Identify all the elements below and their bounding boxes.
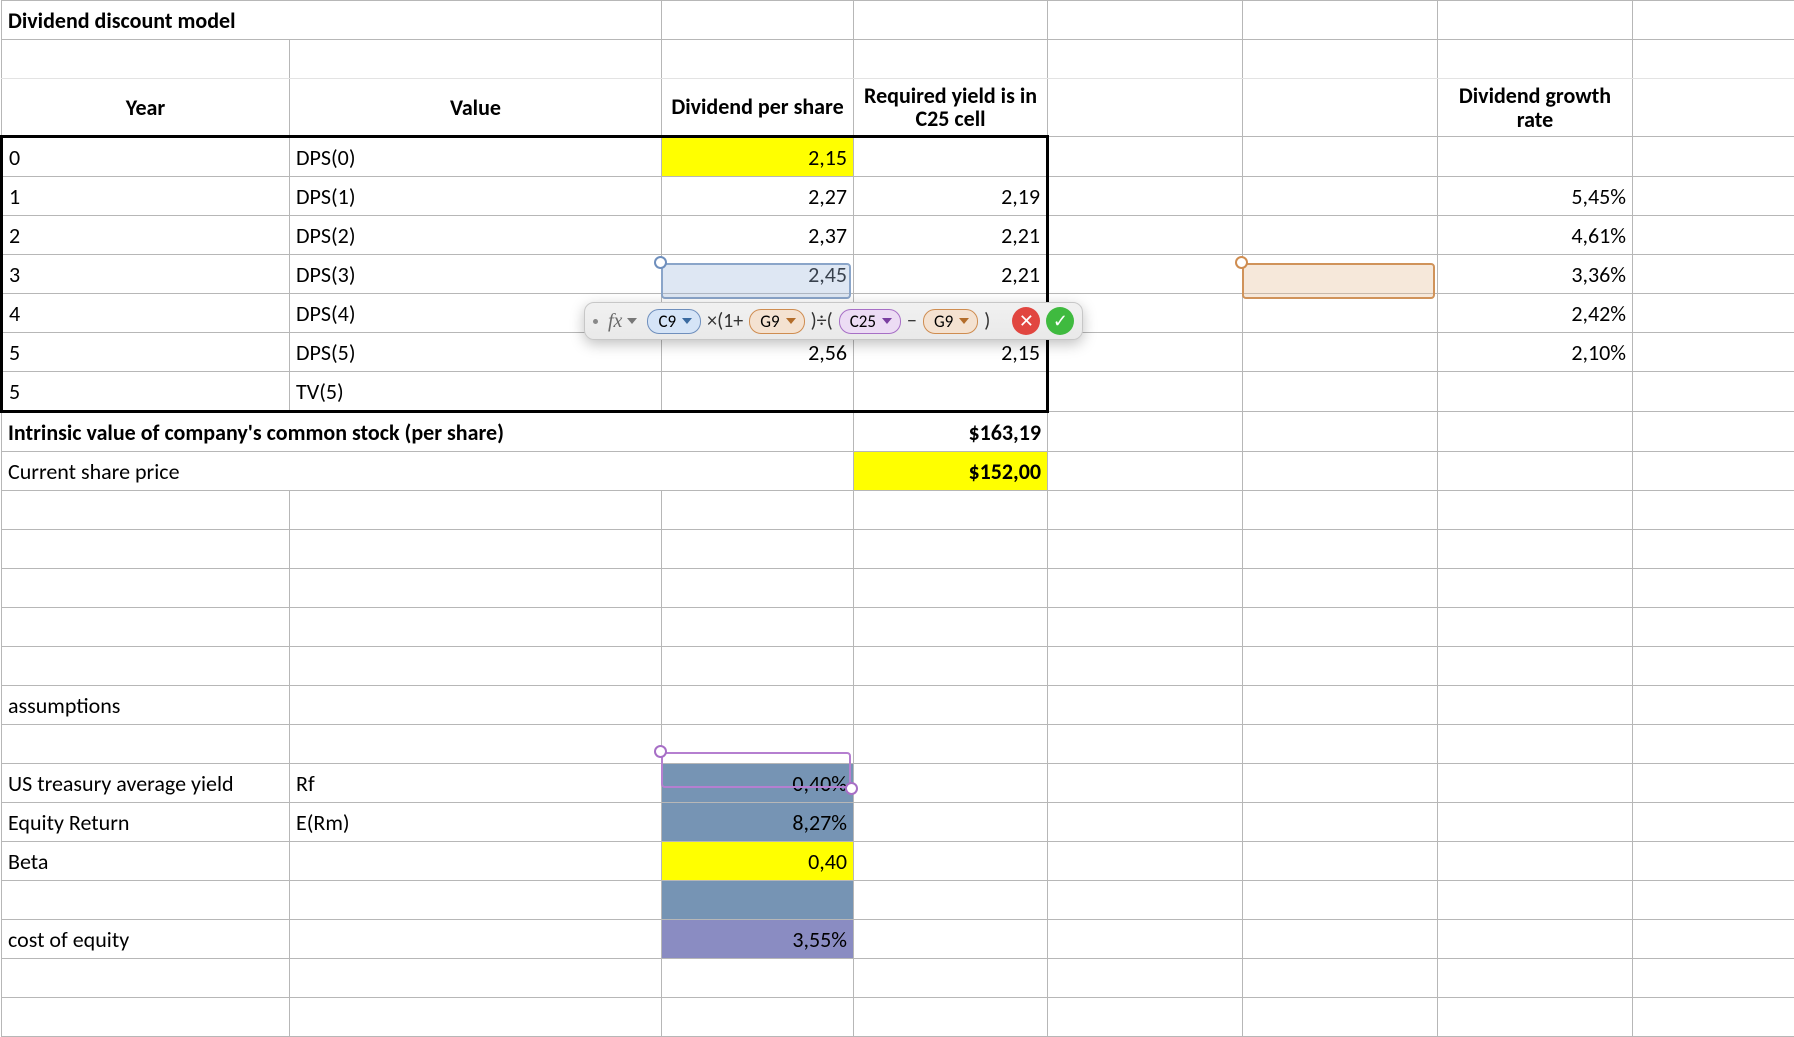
cell-value-3[interactable]: DPS(3) <box>290 255 662 294</box>
cell-year-1[interactable]: 1 <box>2 177 290 216</box>
cell-dps-3[interactable]: 2,45 <box>662 255 854 294</box>
cell-year-4[interactable]: 4 <box>2 294 290 333</box>
cell-year-3[interactable]: 3 <box>2 255 290 294</box>
coe-label[interactable]: cost of equity <box>2 920 290 959</box>
erm-val[interactable]: 8,27% <box>662 803 854 842</box>
cell-year-5[interactable]: 5 <box>2 333 290 372</box>
op-text: ×(1+ <box>707 309 743 333</box>
ref-token-g9-2[interactable]: G9 <box>923 309 978 334</box>
cell-growth-2[interactable]: 4,61% <box>1438 216 1633 255</box>
dropdown-icon <box>682 318 692 324</box>
cell-dps-0[interactable]: 2,15 <box>662 137 854 177</box>
rf-val[interactable]: 0,40% <box>662 764 854 803</box>
op-text: ) <box>984 309 990 333</box>
cell-value-1[interactable]: DPS(1) <box>290 177 662 216</box>
fx-icon[interactable]: fx <box>604 310 641 333</box>
current-price-label[interactable]: Current share price <box>2 452 854 491</box>
cell-dps-6[interactable] <box>662 372 854 412</box>
ref-text: G9 <box>934 311 953 332</box>
cell-reqyield-6[interactable] <box>854 372 1048 412</box>
header-value[interactable]: Value <box>290 79 662 137</box>
dropdown-icon <box>959 318 969 324</box>
cell-value-0[interactable]: DPS(0) <box>290 137 662 177</box>
header-growth[interactable]: Dividend growth rate <box>1438 79 1633 137</box>
assumptions-heading[interactable]: assumptions <box>2 686 290 725</box>
cell-growth-3[interactable]: 3,36% <box>1438 255 1633 294</box>
beta-val[interactable]: 0,40 <box>662 842 854 881</box>
rf-label[interactable]: US treasury average yield <box>2 764 290 803</box>
current-price-value[interactable]: $152,00 <box>854 452 1048 491</box>
cellref-handle-c25-tl[interactable] <box>654 745 667 758</box>
confirm-formula-button[interactable]: ✓ <box>1046 307 1074 335</box>
erm-sym[interactable]: E(Rm) <box>290 803 662 842</box>
ref-token-c9[interactable]: C9 <box>647 309 701 334</box>
cancel-formula-button[interactable]: ✕ <box>1012 307 1040 335</box>
spreadsheet[interactable]: Dividend discount model Year Value Divid… <box>0 0 1794 1037</box>
check-icon: ✓ <box>1053 311 1068 332</box>
dropdown-icon <box>882 318 892 324</box>
cell-reqyield-1[interactable]: 2,19 <box>854 177 1048 216</box>
sheet-title[interactable]: Dividend discount model <box>2 1 662 40</box>
cell-growth-4[interactable]: 2,42% <box>1438 294 1633 333</box>
drag-dot-icon[interactable] <box>593 319 598 324</box>
header-year[interactable]: Year <box>2 79 290 137</box>
cellref-handle-c9[interactable] <box>654 256 667 269</box>
coe-val[interactable]: 3,55% <box>662 920 854 959</box>
cell-reqyield-2[interactable]: 2,21 <box>854 216 1048 255</box>
op-text: )÷( <box>811 309 833 333</box>
cell-dps-1[interactable]: 2,27 <box>662 177 854 216</box>
cell-dps-2[interactable]: 2,37 <box>662 216 854 255</box>
ref-token-c25[interactable]: C25 <box>839 309 901 334</box>
beta-sym[interactable] <box>290 842 662 881</box>
cellref-handle-c25-br[interactable] <box>845 782 858 795</box>
ref-token-g9-1[interactable]: G9 <box>749 309 804 334</box>
erm-label[interactable]: Equity Return <box>2 803 290 842</box>
intrinsic-label[interactable]: Intrinsic value of company's common stoc… <box>2 412 854 452</box>
formula-editor[interactable]: fx C9 ×(1+ G9 )÷( C25 − G9 ) ✕ ✓ <box>584 302 1083 340</box>
cell-reqyield-3[interactable]: 2,21 <box>854 255 1048 294</box>
cell-growth-5[interactable]: 2,10% <box>1438 333 1633 372</box>
cell-year-0[interactable]: 0 <box>2 137 290 177</box>
grid[interactable]: Dividend discount model Year Value Divid… <box>0 0 1794 1037</box>
close-icon: ✕ <box>1019 311 1034 332</box>
op-text: − <box>907 309 917 333</box>
cell-year-2[interactable]: 2 <box>2 216 290 255</box>
cell-reqyield-0[interactable] <box>854 137 1048 177</box>
header-reqyield[interactable]: Required yield is in C25 cell <box>854 79 1048 137</box>
ref-text: C25 <box>850 311 876 332</box>
beta-label[interactable]: Beta <box>2 842 290 881</box>
chevron-down-icon <box>627 318 637 324</box>
cell-value-2[interactable]: DPS(2) <box>290 216 662 255</box>
cell-year-6[interactable]: 5 <box>2 372 290 412</box>
header-dps[interactable]: Dividend per share <box>662 79 854 137</box>
rf-sym[interactable]: Rf <box>290 764 662 803</box>
ref-text: G9 <box>760 311 779 332</box>
fx-text: fx <box>608 310 622 333</box>
dropdown-icon <box>786 318 796 324</box>
cellref-handle-g9[interactable] <box>1235 256 1248 269</box>
cell-value-6[interactable]: TV(5) <box>290 372 662 412</box>
cell-growth-1[interactable]: 5,45% <box>1438 177 1633 216</box>
cell-growth-6[interactable] <box>1438 372 1633 412</box>
intrinsic-value[interactable]: $163,19 <box>854 412 1048 452</box>
cell-growth-0[interactable] <box>1438 137 1633 177</box>
ref-text: C9 <box>658 311 676 332</box>
